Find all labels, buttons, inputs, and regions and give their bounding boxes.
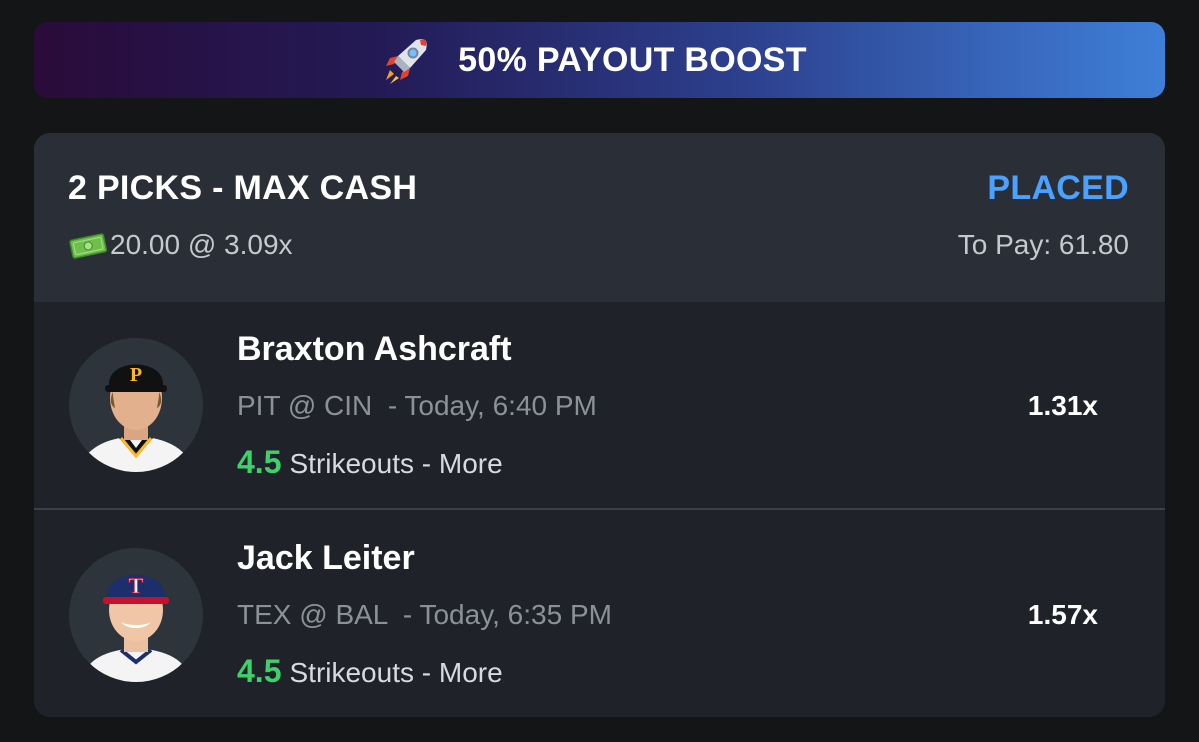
pick-multiplier: 1.31x	[1027, 390, 1098, 421]
line-value: 4.5	[237, 653, 282, 689]
stake-summary: 20.00 @ 3.09x	[68, 229, 293, 261]
entry-card[interactable]: 2 PICKS - MAX CASH PLACED 20.00 @ 3.09x …	[34, 133, 1165, 717]
entry-title: 2 PICKS - MAX CASH	[68, 169, 418, 207]
stake-value: 20.00 @ 3.09x	[110, 229, 293, 260]
line-text: Strikeouts - More	[289, 448, 503, 479]
game-info: TEX @ BAL - Today, 6:35 PM	[237, 599, 612, 630]
payout-boost-banner[interactable]: 50% PAYOUT BOOST	[34, 22, 1165, 98]
prop-line: 4.5 Strikeouts - More	[237, 653, 503, 690]
status-badge: PLACED	[987, 169, 1129, 207]
rocket-icon	[386, 39, 427, 84]
pick-row[interactable]: P Braxton Ashcraft PIT @ CIN - Today, 6:…	[34, 302, 1165, 509]
player-avatar: T	[69, 548, 203, 682]
banner-label: 50% PAYOUT BOOST	[458, 40, 807, 79]
to-pay: To Pay: 61.80	[957, 229, 1129, 260]
svg-text:T: T	[129, 573, 144, 598]
player-name: Braxton Ashcraft	[237, 330, 512, 368]
game-info: PIT @ CIN - Today, 6:40 PM	[237, 390, 597, 421]
entry-header: 2 PICKS - MAX CASH PLACED 20.00 @ 3.09x …	[34, 133, 1165, 302]
player-name: Jack Leiter	[237, 539, 415, 577]
pick-multiplier: 1.57x	[1027, 599, 1098, 630]
svg-text:P: P	[130, 364, 142, 386]
line-text: Strikeouts - More	[289, 657, 503, 688]
money-icon	[69, 233, 108, 259]
divider	[34, 508, 1165, 510]
line-value: 4.5	[237, 444, 282, 480]
prop-line: 4.5 Strikeouts - More	[237, 444, 503, 481]
pick-row[interactable]: T Jack Leiter TEX @ BAL - Today, 6:35 PM…	[34, 511, 1165, 717]
player-avatar: P	[69, 338, 203, 472]
